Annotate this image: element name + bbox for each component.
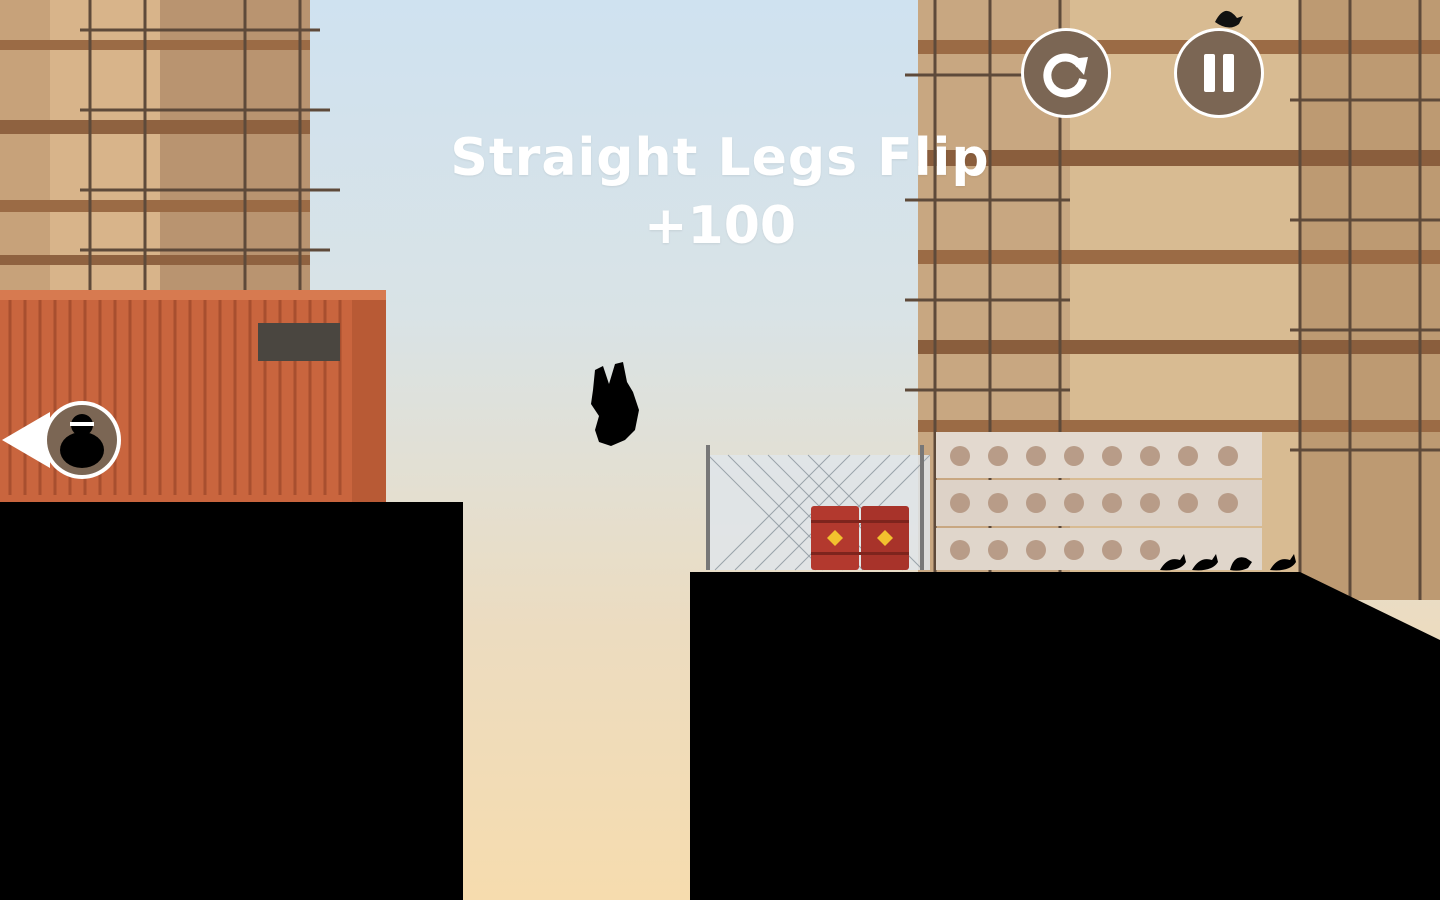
game-scene: Straight Legs Flip +100 <box>0 0 1440 900</box>
pause-button[interactable] <box>1174 28 1264 118</box>
restart-icon <box>1043 53 1088 98</box>
concrete-slabs <box>936 432 1262 570</box>
chaser-indicator-icon <box>2 401 121 479</box>
chaser-indicator[interactable] <box>0 398 124 482</box>
trick-name-label: Straight Legs Flip <box>450 128 990 188</box>
pause-icon <box>1204 54 1234 92</box>
player-silhouette <box>591 362 639 446</box>
left-building <box>0 0 340 300</box>
restart-button[interactable] <box>1021 28 1111 118</box>
trick-score-label: +100 <box>643 196 797 256</box>
